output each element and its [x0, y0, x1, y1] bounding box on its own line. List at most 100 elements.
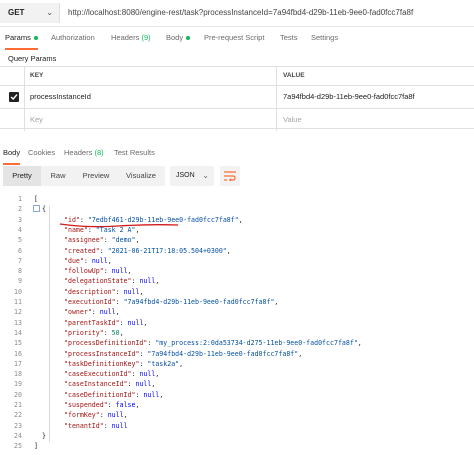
line-number: 15: [14, 339, 22, 348]
response-body-viewer[interactable]: 1 [2 {3 "id": "7edbf461-d29b-11eb-9ee0-fad0…: [0, 192, 474, 455]
param-enabled-checkbox[interactable]: [9, 92, 19, 102]
bracket-match-highlight: [33, 205, 40, 212]
json-value: "7a94fbd4-d29b-11eb-9ee0-fad0fcc7fa8f": [147, 349, 299, 358]
response-tab-body[interactable]: Body: [3, 145, 21, 165]
response-tab-headers[interactable]: Headers (8): [64, 145, 104, 163]
chevron-down-icon: ⌄: [202, 171, 209, 180]
line-number: 9: [18, 277, 22, 286]
line-number: 14: [14, 328, 22, 337]
json-value: null: [111, 267, 128, 276]
tab-tests[interactable]: Tests: [280, 30, 298, 48]
code-line: "created": "2021-06-21T17:18:05.504+0300…: [64, 246, 231, 255]
code-line: "owner": null,: [64, 308, 120, 317]
json-value: "2021-06-21T17:18:05.504+0300": [107, 246, 227, 255]
code-line: "name": "Task 2 A",: [64, 225, 140, 234]
json-value: null: [135, 380, 152, 389]
line-number: 13: [14, 318, 22, 327]
json-key: "suspended": [64, 401, 108, 409]
visualize-button[interactable]: Visualize: [117, 166, 165, 186]
json-key: "taskDefinitionKey": [64, 359, 140, 368]
response-tab-cookies-label: Cookies: [28, 148, 56, 157]
json-key: "caseInstanceId": [64, 380, 128, 389]
json-key: "id": [64, 215, 80, 224]
code-line: "followUp": null,: [64, 267, 132, 276]
line-number: 10: [14, 287, 22, 296]
tab-params[interactable]: Params: [5, 30, 38, 50]
json-key: "due": [64, 256, 84, 265]
tab-prerequest-label: Pre-request Script: [204, 33, 265, 42]
json-value: "Task 2 A": [95, 225, 136, 234]
json-key: "owner": [64, 308, 92, 317]
preview-button[interactable]: Preview: [75, 166, 117, 186]
json-key: "description": [64, 287, 116, 296]
format-label: JSON: [176, 172, 195, 179]
tab-authorization[interactable]: Authorization: [51, 30, 95, 48]
code-line: "caseInstanceId": null,: [64, 380, 156, 389]
code-line: {: [42, 205, 46, 214]
wrap-lines-icon: [224, 171, 236, 181]
code-line: "parentTaskId": null,: [64, 318, 148, 327]
request-tabs: Params Authorization Headers (9) Body Pr…: [0, 30, 474, 50]
json-key: "executionId": [64, 298, 116, 306]
json-key: "name": [64, 225, 88, 234]
tab-settings[interactable]: Settings: [311, 30, 338, 48]
response-tab-cookies[interactable]: Cookies: [28, 145, 55, 163]
tab-headers[interactable]: Headers (9): [111, 30, 151, 48]
json-value: 50: [111, 328, 120, 337]
code-line: "processDefinitionId": "my_process:2:0da…: [64, 339, 362, 348]
wrap-lines-button[interactable]: [220, 166, 240, 186]
code-line: "description": null,: [64, 287, 144, 296]
active-dot-icon: [33, 36, 38, 41]
code-line: "priority": 50,: [64, 328, 124, 337]
code-line: "delegationState": null,: [64, 277, 160, 286]
response-tabs: Body Cookies Headers (8) Test Results: [0, 145, 474, 165]
json-key: "assignee": [64, 236, 104, 245]
response-tab-test-results[interactable]: Test Results: [114, 145, 155, 163]
request-bar: GET ⌄ http://localhost:8080/engine-rest/…: [0, 0, 474, 27]
line-number: 11: [14, 298, 22, 306]
response-tab-test-results-label: Test Results: [114, 148, 155, 157]
line-number: 25: [14, 442, 22, 451]
json-value: "7a94fbd4-d29b-11eb-9ee0-fad0fcc7fa8f": [123, 298, 275, 306]
json-key: "tenantId": [64, 421, 104, 430]
tab-headers-label: Headers: [111, 33, 140, 42]
code-line: "executionId": "7a94fbd4-d29b-11eb-9ee0-…: [64, 298, 279, 306]
query-params-table: KEY VALUE processInstanceId 7a94fbd4-d29…: [0, 66, 474, 131]
line-number: 20: [14, 390, 22, 399]
line-number: 7: [18, 256, 22, 265]
json-value: null: [107, 411, 124, 420]
tab-prerequest-script[interactable]: Pre-request Script: [204, 30, 264, 48]
tab-tests-label: Tests: [280, 33, 298, 42]
line-number: 19: [14, 380, 22, 389]
json-value: null: [111, 421, 128, 430]
value-column-header: VALUE: [283, 72, 305, 79]
json-value: null: [91, 256, 108, 265]
json-value: null: [139, 370, 156, 379]
url-input[interactable]: http://localhost:8080/engine-rest/task?p…: [68, 3, 474, 23]
json-value: null: [99, 308, 116, 317]
response-tab-body-label: Body: [3, 148, 21, 157]
indent-guide: [49, 206, 50, 442]
line-number: 2: [18, 205, 22, 214]
tab-body-label: Body: [166, 33, 184, 42]
chevron-down-icon: ⌄: [46, 8, 53, 17]
method-select[interactable]: GET ⌄: [0, 3, 60, 23]
tab-authorization-label: Authorization: [51, 33, 95, 42]
line-number: 17: [14, 359, 22, 368]
table-divider: [0, 128, 474, 129]
code-line: "processInstanceId": "7a94fbd4-d29b-11eb…: [64, 349, 303, 358]
tab-settings-label: Settings: [311, 33, 339, 42]
pretty-button[interactable]: Pretty: [3, 166, 41, 186]
line-number: 21: [14, 401, 22, 409]
tab-body[interactable]: Body: [166, 30, 191, 48]
format-select[interactable]: JSON ⌄: [170, 166, 214, 186]
param-value-field[interactable]: 7a94fbd4-d29b-11eb-9ee0-fad0fcc7fa8f: [277, 86, 474, 108]
json-key: "followUp": [64, 267, 104, 276]
raw-button[interactable]: Raw: [41, 166, 75, 186]
param-key-field[interactable]: processInstanceId: [24, 86, 277, 108]
json-value: "7edbf461-d29b-11eb-9ee0-fad0fcc7fa8f": [87, 215, 239, 224]
line-number: 24: [14, 431, 22, 440]
line-number: 3: [18, 215, 22, 224]
json-key: "priority": [64, 328, 104, 337]
json-key: "caseDefinitionId": [64, 390, 136, 399]
